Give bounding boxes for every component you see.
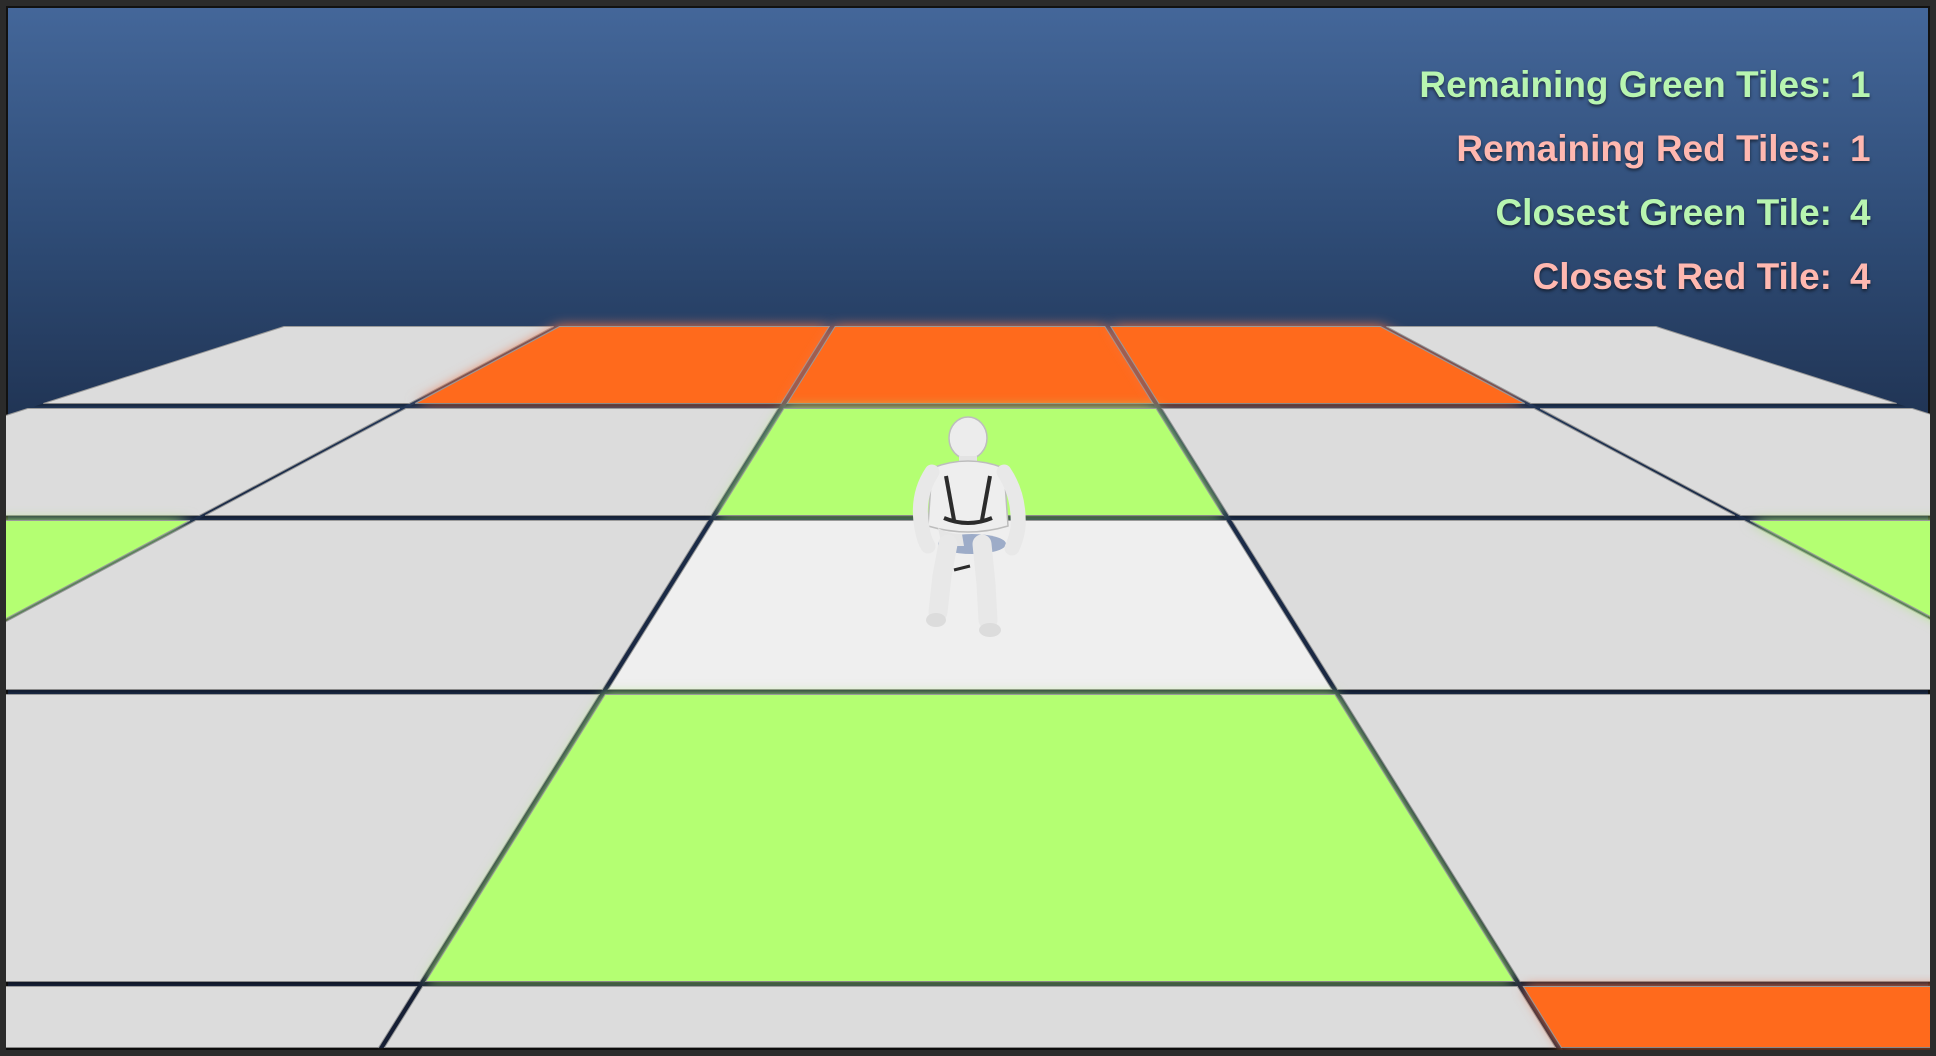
hud-label: Remaining Red Tiles: — [1456, 128, 1832, 169]
hud-label: Closest Green Tile: — [1495, 192, 1832, 233]
hud-label: Closest Red Tile: — [1532, 256, 1832, 297]
hud-row: Closest Green Tile: 4 — [1419, 192, 1872, 256]
tile-green — [424, 694, 1516, 982]
tile-edge — [423, 981, 1517, 985]
tile-edge — [6, 1047, 379, 1050]
tile-red — [1522, 986, 1930, 1048]
tile-edge — [409, 403, 782, 407]
hud-row: Closest Red Tile: 4 — [1419, 256, 1872, 320]
tile-edge — [1561, 1047, 1930, 1050]
tile-edge — [785, 403, 1155, 407]
tile-edge — [1740, 515, 1930, 519]
hud-value: 4 — [1850, 256, 1871, 297]
tile-edge — [33, 403, 410, 407]
tile-red — [786, 326, 1154, 404]
tile-edge — [606, 689, 1334, 693]
tile-edge — [1228, 515, 1741, 519]
tile-edge — [6, 689, 603, 693]
hud-value: 1 — [1850, 64, 1871, 105]
tile-white — [383, 986, 1557, 1048]
hud-label: Remaining Green Tiles: — [1419, 64, 1832, 105]
tile-white — [6, 986, 418, 1048]
hud-panel: Remaining Green Tiles: 1 Remaining Red Til… — [1419, 64, 1872, 320]
tile-edge — [1337, 689, 1930, 693]
tile-edge — [6, 981, 420, 985]
tile-edge — [1520, 981, 1930, 985]
tile-edge — [6, 515, 200, 519]
tile-edge — [1530, 403, 1907, 407]
tile-edge — [199, 515, 712, 519]
hud-row: Remaining Red Tiles: 1 — [1419, 128, 1872, 192]
hud-row: Remaining Green Tiles: 1 — [1419, 64, 1872, 128]
hud-value: 1 — [1850, 128, 1871, 169]
hud-value: 4 — [1850, 192, 1871, 233]
tile-edge — [1158, 403, 1531, 407]
tile-edge — [383, 1047, 1557, 1050]
game-viewport[interactable]: Remaining Green Tiles: 1 Remaining Red Til… — [6, 6, 1930, 1050]
